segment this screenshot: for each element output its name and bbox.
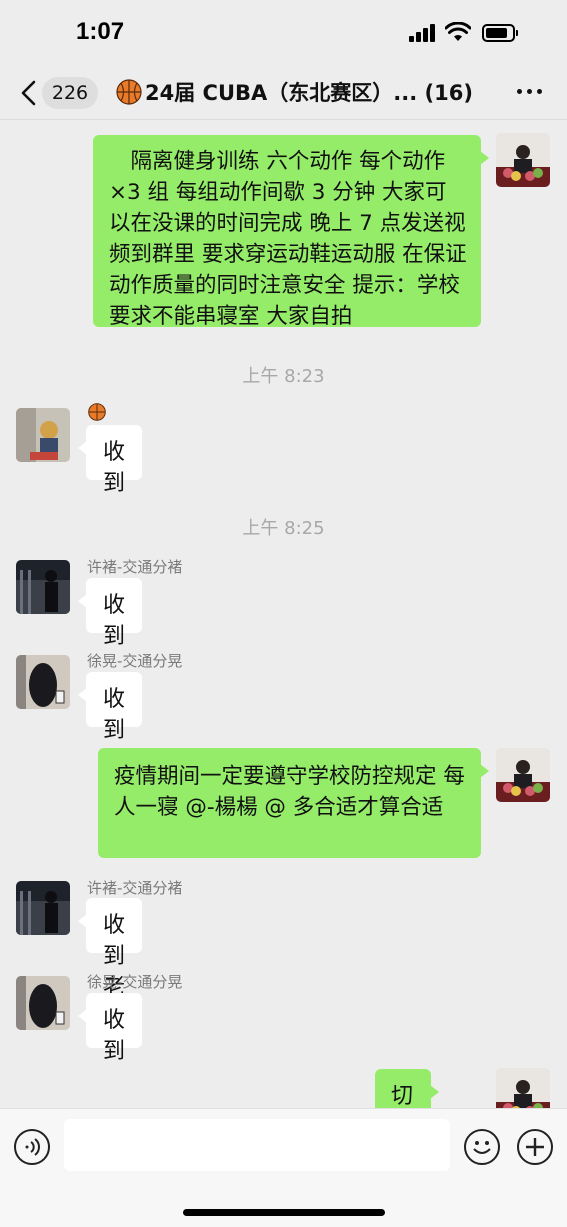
basketball-icon [116,79,142,105]
timestamp: 上午 8:23 [242,366,325,387]
back-chevron-icon[interactable] [18,80,40,106]
message-bubble[interactable]: 疫情期间一定要遵守学校防控规定 每人一寝 @-楊楊 @ 多合适才算合适 [98,748,489,858]
avatar[interactable] [16,881,70,935]
cellular-signal-icon [409,24,437,42]
message-bubble[interactable]: 隔离健身训练 六个动作 每个动作×3 组 每组动作间歇 3 分钟 大家可以在没课… [93,135,489,329]
back-unread-count[interactable]: 226 [42,77,98,109]
home-indicator[interactable] [183,1209,385,1216]
sender-name: 徐晃-交通分晃 [87,652,183,670]
avatar[interactable] [16,408,70,462]
message-input[interactable] [64,1119,450,1171]
input-bar [0,1108,567,1227]
message-bubble[interactable]: 收到 [77,672,143,743]
member-count: (16) [424,81,473,105]
wifi-icon [445,22,471,41]
avatar[interactable] [16,560,70,614]
battery-icon [482,24,518,42]
smiley-icon[interactable] [464,1129,500,1165]
message-bubble[interactable]: 收到 [77,425,143,496]
chat-title[interactable]: 24届 CUBA（东北赛区）... (16) [116,77,486,109]
more-dots-icon[interactable] [515,88,545,96]
avatar[interactable] [16,655,70,709]
avatar[interactable] [496,748,550,802]
chat-title-text: 24届 CUBA（东北赛区）... [145,81,418,105]
avatar[interactable] [496,133,550,187]
message-bubble[interactable]: 收到 [77,993,143,1064]
status-time: 1:07 [76,18,125,45]
sender-name: 许褚-交通分褚 [87,558,183,576]
plus-icon[interactable] [517,1129,553,1165]
message-bubble[interactable]: 收到 [77,578,143,649]
sender-name: 许褚-交通分褚 [87,879,183,897]
basketball-icon [88,403,106,421]
sender-name: 徐晃-交通分晃 [87,973,183,991]
voice-icon[interactable] [14,1129,50,1165]
message-bubble[interactable]: 收到老师 [77,898,143,1031]
status-bar: 1:07 [0,0,567,66]
avatar[interactable] [16,976,70,1030]
chat-header: 226 24届 CUBA（东北赛区）... (16) [0,66,567,120]
timestamp: 上午 8:25 [242,518,325,539]
